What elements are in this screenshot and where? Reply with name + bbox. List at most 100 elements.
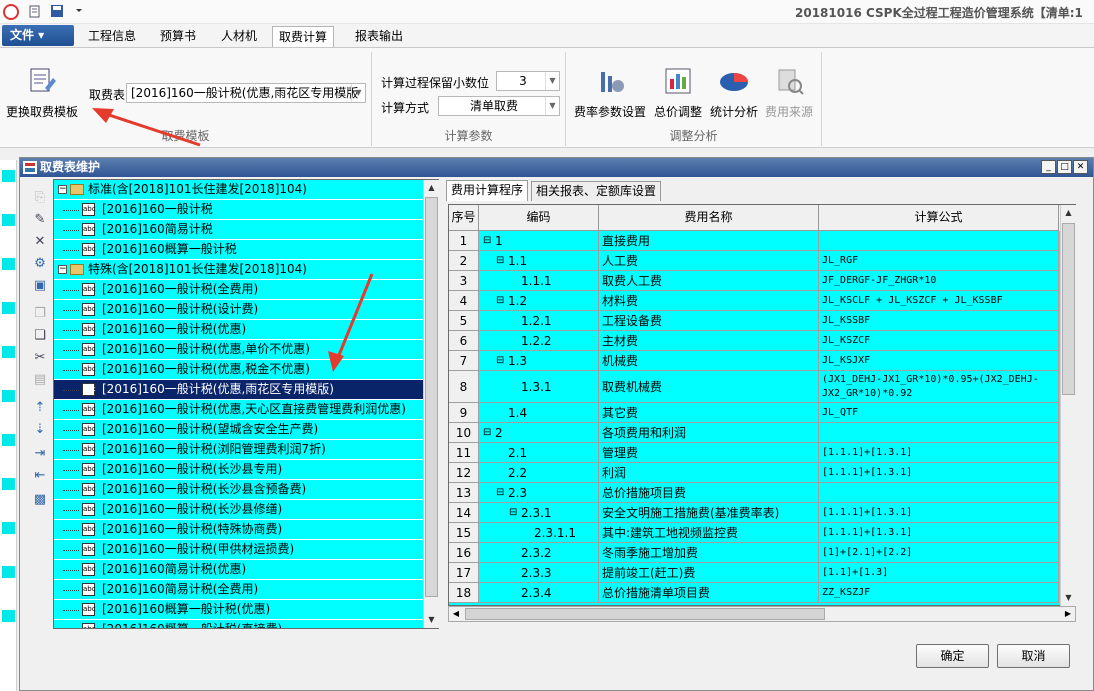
collapse-icon[interactable]: −	[58, 185, 67, 194]
code-cell[interactable]: 2.3.3	[479, 563, 599, 583]
collapse-icon[interactable]: ⊟	[496, 255, 504, 266]
code-cell[interactable]: 2.3.4	[479, 583, 599, 603]
tree-folder-node[interactable]: − 特殊(含[2018]101长住建发[2018]104)	[54, 260, 438, 280]
code-cell[interactable]: ⊟ 2.3.1	[479, 503, 599, 523]
collapse-icon[interactable]: ⊟	[483, 427, 491, 438]
tree-template-node[interactable]: abc [2016]160一般计税(优惠,雨花区专用模版)	[54, 380, 438, 400]
fee-name-cell[interactable]: 取费人工费	[599, 271, 819, 291]
scroll-up-icon[interactable]: ▲	[424, 180, 439, 196]
delete-icon[interactable]: ✕	[32, 234, 48, 250]
table-row[interactable]: 14 ⊟ 2.3.1 安全文明施工措施费(基准费率表) [1.1.1]+[1.3.1]	[449, 503, 1075, 523]
scroll-thumb[interactable]	[425, 197, 438, 597]
tree-template-node[interactable]: abc [2016]160概算一般计税(直接费)	[54, 620, 438, 628]
settings-icon[interactable]: ⚙	[32, 256, 48, 272]
fee-name-cell[interactable]: 冬雨季施工增加费	[599, 543, 819, 563]
tree-template-node[interactable]: abc [2016]160一般计税(优惠)	[54, 320, 438, 340]
tree-template-node[interactable]: abc [2016]160一般计税(优惠,天心区直接费管理费利润优惠)	[54, 400, 438, 420]
formula-cell[interactable]: (JX1_DEHJ-JX1_GR*10)*0.95+(JX2_DEHJ- JX2_…	[819, 371, 1059, 403]
table-row[interactable]: 10 ⊟ 2 各项费用和利润	[449, 423, 1075, 443]
stats-analysis-button[interactable]: 统计分析	[710, 66, 758, 120]
collapse-icon[interactable]: ⊟	[509, 507, 517, 518]
formula-cell[interactable]: [1.1.1]+[1.3.1]	[819, 503, 1059, 523]
scroll-down-icon[interactable]: ▼	[1061, 590, 1076, 606]
fee-name-cell[interactable]: 直接费用	[599, 231, 819, 251]
tree-template-node[interactable]: abc [2016]160一般计税(望城含安全生产费)	[54, 420, 438, 440]
formula-cell[interactable]: JL_KSJXF	[819, 351, 1059, 371]
formula-cell[interactable]: JL_QTF	[819, 403, 1059, 423]
formula-cell[interactable]	[819, 423, 1059, 443]
tree-folder-node[interactable]: − 标准(含[2018]101长住建发[2018]104)	[54, 180, 438, 200]
fee-name-cell[interactable]: 安全文明施工措施费(基准费率表)	[599, 503, 819, 523]
formula-cell[interactable]: ZZ_KSZJF	[819, 583, 1059, 603]
formula-cell[interactable]: [1]+[2.1]+[2.2]	[819, 543, 1059, 563]
edit-icon[interactable]	[28, 4, 42, 18]
formula-cell[interactable]: JF_DERGF-JF_ZHGR*10	[819, 271, 1059, 291]
scroll-right-icon[interactable]: ▶	[1061, 607, 1075, 621]
col-header-code[interactable]: 编码	[479, 205, 599, 231]
code-cell[interactable]: 1.2.1	[479, 311, 599, 331]
fee-name-cell[interactable]: 机械费	[599, 351, 819, 371]
tree-template-node[interactable]: abc [2016]160一般计税	[54, 200, 438, 220]
fee-template-tree[interactable]: − 标准(含[2018]101长住建发[2018]104) abc [2016]160…	[53, 179, 439, 629]
fee-name-cell[interactable]: 工程设备费	[599, 311, 819, 331]
table-row[interactable]: 17 2.3.3 提前竣工(赶工)费 [1.1]+[1.3]	[449, 563, 1075, 583]
move-up-icon[interactable]: ⇡	[32, 400, 48, 416]
table-row[interactable]: 2 ⊟ 1.1 人工费 JL_RGF	[449, 251, 1075, 271]
code-cell[interactable]: ⊟ 2.3	[479, 483, 599, 503]
code-cell[interactable]: ⊟ 2	[479, 423, 599, 443]
code-cell[interactable]: 1.2.2	[479, 331, 599, 351]
tree-template-node[interactable]: abc [2016]160一般计税(全费用)	[54, 280, 438, 300]
tab-fee-calculation[interactable]: 取费计算	[272, 26, 335, 47]
tree-template-node[interactable]: abc [2016]160一般计税(优惠,税金不优惠)	[54, 360, 438, 380]
formula-cell[interactable]: [1.1.1]+[1.3.1]	[819, 443, 1059, 463]
total-adjust-button[interactable]: 总价调整	[654, 66, 702, 120]
table-row[interactable]: 8 1.3.1 取费机械费 (JX1_DEHJ-JX1_GR*10)*0.95+(JX…	[449, 371, 1075, 403]
table-row[interactable]: 7 ⊟ 1.3 机械费 JL_KSJXF	[449, 351, 1075, 371]
table-row[interactable]: 13 ⊟ 2.3 总价措施项目费	[449, 483, 1075, 503]
save-icon[interactable]: ▩	[32, 492, 48, 508]
fee-table-select[interactable]: [2016]160一般计税(优惠,雨花区专用模版 ▼	[126, 83, 366, 103]
fee-name-cell[interactable]: 材料费	[599, 291, 819, 311]
table-row[interactable]: 11 2.1 管理费 [1.1.1]+[1.3.1]	[449, 443, 1075, 463]
tree-scrollbar[interactable]: ▲ ▼	[423, 180, 439, 628]
formula-cell[interactable]	[819, 483, 1059, 503]
code-cell[interactable]: 1.1.1	[479, 271, 599, 291]
formula-cell[interactable]: [1.1]+[1.3]	[819, 563, 1059, 583]
collapse-icon[interactable]: ⊟	[496, 295, 504, 306]
tree-template-node[interactable]: abc [2016]160一般计税(浏阳管理费利润7折)	[54, 440, 438, 460]
collapse-icon[interactable]: ⊟	[483, 235, 491, 246]
code-cell[interactable]: 1.3.1	[479, 371, 599, 403]
fee-name-cell[interactable]: 主材费	[599, 331, 819, 351]
tree-template-node[interactable]: abc [2016]160一般计税(设计费)	[54, 300, 438, 320]
fee-name-cell[interactable]: 其它费	[599, 403, 819, 423]
close-icon[interactable]: ✕	[1073, 160, 1088, 174]
scroll-left-icon[interactable]: ◀	[449, 607, 463, 621]
fee-name-cell[interactable]: 总价措施项目费	[599, 483, 819, 503]
indent-icon[interactable]: ⇥	[32, 446, 48, 462]
code-cell[interactable]: ⊟ 1.1	[479, 251, 599, 271]
decimal-places-select[interactable]: 3 ▼	[496, 71, 560, 91]
code-cell[interactable]: 2.2	[479, 463, 599, 483]
duplicate-icon[interactable]: ❐	[32, 306, 48, 322]
col-header-formula[interactable]: 计算公式	[819, 205, 1059, 231]
outdent-icon[interactable]: ⇤	[32, 468, 48, 484]
cancel-button[interactable]: 取消	[997, 644, 1070, 668]
formula-cell[interactable]: JL_KSZCF	[819, 331, 1059, 351]
code-cell[interactable]: ⊟ 1	[479, 231, 599, 251]
formula-cell[interactable]: [1.1.1]+[1.3.1]	[819, 463, 1059, 483]
tree-template-node[interactable]: abc [2016]160简易计税	[54, 220, 438, 240]
ok-button[interactable]: 确定	[916, 644, 989, 668]
tree-template-node[interactable]: abc [2016]160一般计税(特殊协商费)	[54, 520, 438, 540]
tab-report-output[interactable]: 报表输出	[349, 26, 409, 47]
hscroll-thumb[interactable]	[465, 608, 825, 620]
rate-settings-button[interactable]: 费率参数设置	[574, 66, 646, 120]
fee-name-cell[interactable]: 其中:建筑工地视频监控费	[599, 523, 819, 543]
fee-name-cell[interactable]: 提前竣工(赶工)费	[599, 563, 819, 583]
col-header-no[interactable]: 序号	[449, 205, 479, 231]
tree-template-node[interactable]: abc [2016]160简易计税(全费用)	[54, 580, 438, 600]
tab-labor-material-machine[interactable]: 人材机	[215, 26, 263, 47]
code-cell[interactable]: 2.1	[479, 443, 599, 463]
cut-icon[interactable]: ✂	[32, 350, 48, 366]
fee-name-cell[interactable]: 各项费用和利润	[599, 423, 819, 443]
table-row[interactable]: 1 ⊟ 1 直接费用	[449, 231, 1075, 251]
